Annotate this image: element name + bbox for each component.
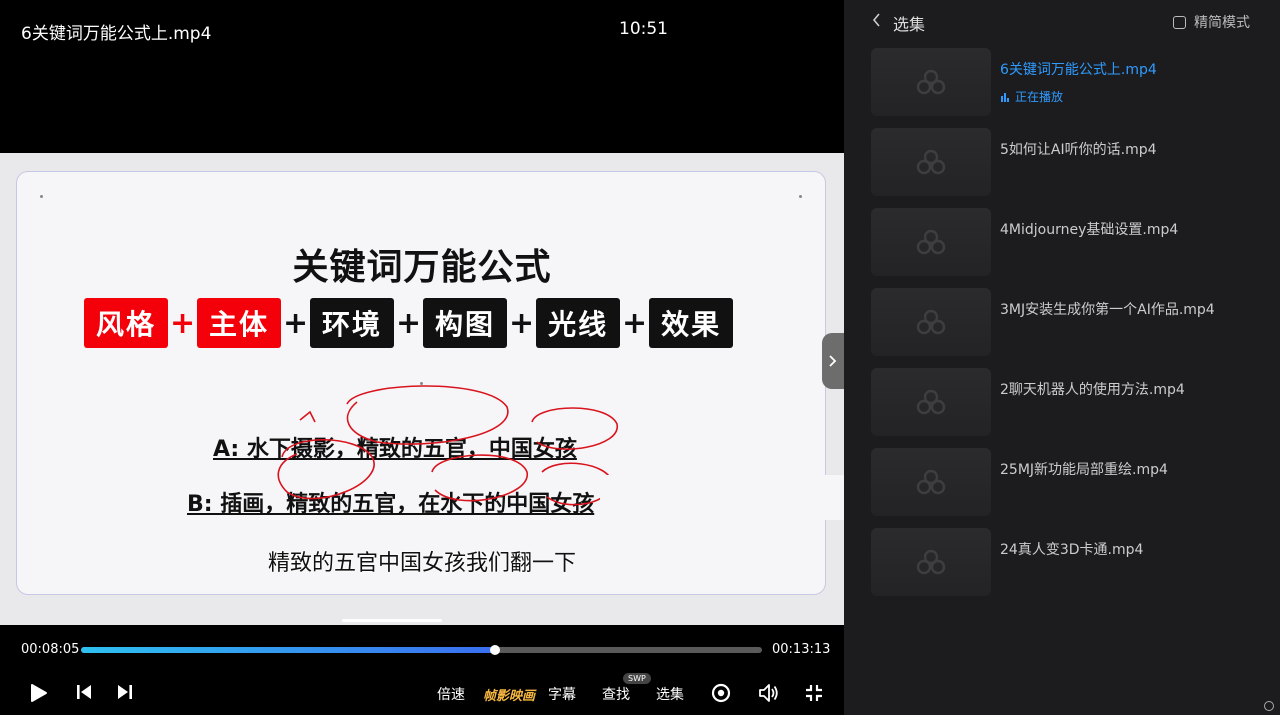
danmaku-eye-icon xyxy=(711,683,731,703)
example-a: A: 水下摄影，精致的五官，中国女孩 xyxy=(213,437,577,462)
now-playing-indicator: 正在播放 xyxy=(1000,88,1063,105)
formula-term: 效果 xyxy=(649,298,734,348)
zhenying-button[interactable]: 帧影映画 xyxy=(483,685,535,704)
episode-thumbnail xyxy=(871,48,991,116)
episode-item[interactable]: 2聊天机器人的使用方法.mp4 xyxy=(871,368,1271,436)
subtitle-button[interactable]: 字幕 xyxy=(548,684,576,704)
next-button[interactable] xyxy=(116,683,134,701)
annotation-stroke xyxy=(299,410,316,423)
episode-title: 5如何让AI听你的话.mp4 xyxy=(1000,142,1157,158)
volume-icon xyxy=(759,684,778,702)
simple-mode-label: 精简模式 xyxy=(1194,15,1250,31)
episode-item[interactable]: 24真人变3D卡通.mp4 xyxy=(871,528,1271,596)
formula-term: 构图 xyxy=(423,298,508,348)
episode-thumbnail xyxy=(871,448,991,516)
episode-thumbnail xyxy=(871,128,991,196)
play-icon xyxy=(31,684,47,702)
formula-plus: + xyxy=(508,305,535,341)
simple-mode-checkbox[interactable] xyxy=(1173,15,1186,29)
slide-title: 关键词万能公式 xyxy=(292,247,552,288)
episode-panel: 选集 精简模式 6关键词万能公式上.mp4 正在播放 5如何让AI听你的话.mp4 4… xyxy=(844,0,1280,715)
logo-placeholder-icon xyxy=(916,149,946,175)
formula-plus: + xyxy=(622,305,648,341)
episode-item[interactable]: 4Midjourney基础设置.mp4 xyxy=(871,208,1271,276)
bottom-handle xyxy=(342,619,442,622)
episode-title: 3MJ安装生成你第一个AI作品.mp4 xyxy=(1000,302,1215,318)
exit-fullscreen-icon xyxy=(806,685,822,701)
lecture-slide: 关键词万能公式 风格 + 主体 + 环境 + 构图 + 光线 + 效果 A: 水下摄影，精致的五官，… xyxy=(16,171,826,595)
time-total: 00:13:13 xyxy=(772,642,831,657)
video-player[interactable]: 6关键词万能公式上.mp4 10:51 关键词万能公式 风格 + 主体 + 环境 + 构图 +… xyxy=(0,0,844,715)
chevron-right-icon xyxy=(829,355,837,367)
speed-button[interactable]: 倍速 xyxy=(437,684,465,704)
formula-term: 光线 xyxy=(536,298,621,348)
slide-dot xyxy=(40,195,43,198)
skip-next-icon xyxy=(118,685,132,699)
logo-placeholder-icon xyxy=(916,69,946,95)
episode-thumbnail xyxy=(871,368,991,436)
formula-term: 风格 xyxy=(84,298,169,348)
slide-dot xyxy=(420,382,423,385)
formula-plus: + xyxy=(169,305,196,341)
episode-title: 2聊天机器人的使用方法.mp4 xyxy=(1000,382,1185,398)
episode-item[interactable]: 3MJ安装生成你第一个AI作品.mp4 xyxy=(871,288,1271,356)
time-current: 00:08:05 xyxy=(21,642,80,657)
progress-bar[interactable] xyxy=(81,645,762,655)
video-title: 6关键词万能公式上.mp4 xyxy=(21,24,212,44)
formula-plus: + xyxy=(395,305,422,341)
video-subtitle: 精致的五官中国女孩我们翻一下 xyxy=(267,551,576,576)
logo-placeholder-icon xyxy=(916,309,946,335)
episode-item[interactable]: 5如何让AI听你的话.mp4 xyxy=(871,128,1271,196)
chevron-left-icon xyxy=(872,13,880,27)
previous-button[interactable] xyxy=(75,683,93,701)
skip-previous-icon xyxy=(77,685,91,699)
episode-title: 4Midjourney基础设置.mp4 xyxy=(1000,222,1179,238)
panel-title: 选集 xyxy=(893,15,926,34)
back-button[interactable] xyxy=(872,12,881,31)
equalizer-icon xyxy=(1001,92,1009,102)
episode-thumbnail xyxy=(871,528,991,596)
now-playing-label: 正在播放 xyxy=(1015,90,1064,104)
expand-panel-button[interactable] xyxy=(822,333,844,389)
episodes-button[interactable]: 选集 xyxy=(656,684,684,704)
volume-button[interactable] xyxy=(758,683,780,703)
simple-mode-toggle[interactable]: 精简模式 xyxy=(1173,12,1250,32)
logo-placeholder-icon xyxy=(916,229,946,255)
keyword-formula: 风格 + 主体 + 环境 + 构图 + 光线 + 效果 xyxy=(84,298,734,348)
formula-term: 环境 xyxy=(310,298,395,348)
formula-plus: + xyxy=(282,305,309,341)
episode-title: 6关键词万能公式上.mp4 xyxy=(1000,62,1157,78)
logo-placeholder-icon xyxy=(916,469,946,495)
episode-title: 25MJ新功能局部重绘.mp4 xyxy=(1000,462,1168,478)
progress-thumb[interactable] xyxy=(490,645,501,655)
episode-thumbnail xyxy=(871,208,991,276)
formula-term: 主体 xyxy=(197,298,282,348)
clock: 10:51 xyxy=(619,19,668,39)
settings-dot-icon[interactable] xyxy=(1264,701,1274,711)
exit-fullscreen-button[interactable] xyxy=(804,683,824,703)
logo-placeholder-icon xyxy=(916,549,946,575)
episode-item[interactable]: 6关键词万能公式上.mp4 正在播放 xyxy=(871,48,1271,116)
find-badge: SWP xyxy=(623,673,651,684)
progress-fill xyxy=(81,647,496,653)
episode-item[interactable]: 25MJ新功能局部重绘.mp4 xyxy=(871,448,1271,516)
danmaku-button[interactable] xyxy=(711,683,731,703)
logo-placeholder-icon xyxy=(916,389,946,415)
video-frame[interactable]: 关键词万能公式 风格 + 主体 + 环境 + 构图 + 光线 + 效果 A: 水下摄影，精致的五官，… xyxy=(0,153,844,625)
find-button[interactable]: 查找 xyxy=(602,684,630,704)
episode-thumbnail xyxy=(871,288,991,356)
episode-title: 24真人变3D卡通.mp4 xyxy=(1000,542,1144,558)
slide-dot xyxy=(799,195,802,198)
play-button[interactable] xyxy=(30,683,48,703)
example-b: B: 插画，精致的五官，在水下的中国女孩 xyxy=(187,492,595,517)
video-overlay-strip xyxy=(600,475,844,520)
player-controls: 00:08:05 00:13:13 倍速 帧影映画 字幕 查找 SWP 选集 xyxy=(0,625,844,715)
panel-header: 选集 精简模式 xyxy=(844,0,1280,44)
player-top-bar: 6关键词万能公式上.mp4 10:51 xyxy=(0,0,844,60)
